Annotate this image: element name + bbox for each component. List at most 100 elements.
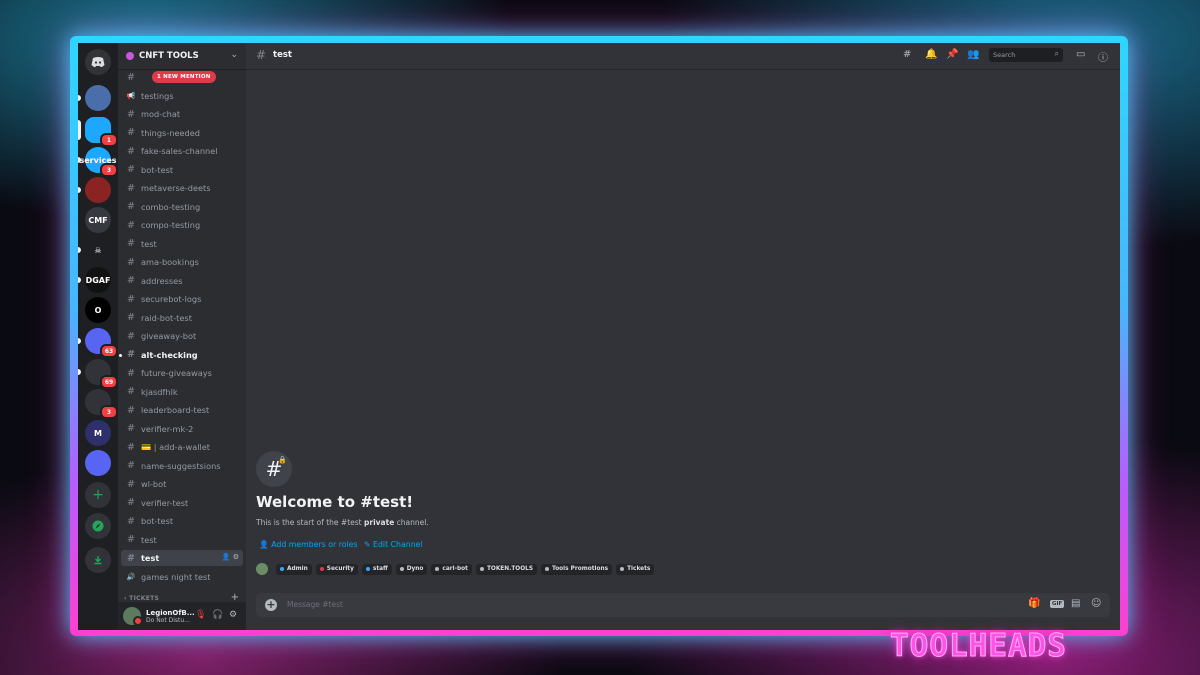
channel-label: compo-testing [141,220,201,230]
role-chip[interactable]: Tools Promotions [541,563,613,575]
headphones-icon[interactable]: 🎧 [212,610,223,620]
channel-item[interactable]: # test [121,532,243,548]
members-icon[interactable]: 👥 [967,49,979,60]
channel-label: future-giveaways [141,368,212,378]
channel-item[interactable]: # bot-test [121,162,243,178]
role-chip[interactable]: staff [361,563,392,575]
role-chip[interactable]: Dyno [395,563,428,575]
channel-item[interactable]: # 💳 | add-a-wallet [121,439,243,455]
server-icon[interactable]: ☠ [85,237,111,263]
channel-item[interactable]: # wl-bot [121,476,243,492]
role-label: Security [326,566,354,572]
channel-item[interactable]: # alt-checking [119,347,243,363]
avatar[interactable] [123,607,143,626]
role-chip[interactable]: Security [315,563,358,575]
role-chip[interactable]: TOKEN.TOOLS [475,563,538,575]
message-input[interactable]: Message #test [287,600,343,609]
hash-icon: # [127,182,135,194]
channel-label: test [141,534,157,545]
upload-plus-icon[interactable]: + [265,599,277,611]
gif-icon[interactable]: GIF [1050,600,1065,608]
server-icon[interactable] [85,177,111,203]
channel-label: mod-chat [141,109,181,119]
channel-item[interactable]: # raid-bot-test [121,310,243,326]
settings-gear-icon[interactable]: ⚙ [229,610,237,620]
compass-icon[interactable] [85,513,111,539]
role-color-dot [280,567,284,571]
emoji-icon[interactable]: ☺ [1091,598,1101,609]
channel-item[interactable]: # test [121,236,243,252]
channel-label: kjasdfhlk [141,386,178,397]
mute-mic-icon[interactable]: 🎙 [195,610,206,620]
channel-item[interactable]: # leaderboard-test [121,402,243,418]
hash-icon: # [127,497,135,508]
channel-item[interactable]: # future-giveaways [121,365,243,381]
hash-icon: # [127,275,135,286]
channel-item[interactable]: 📢 testings [121,88,243,104]
channel-label: verifier-test [141,497,189,508]
server-unread-pill [78,95,81,101]
channel-item[interactable]: # verifier-mk-2 [121,421,243,437]
role-color-dot [399,567,404,571]
server-unread-pill [78,247,81,253]
server-icon[interactable] [85,85,111,111]
channel-item[interactable]: # verifier-test [121,495,243,511]
server-icon[interactable]: DGAF [85,267,111,293]
role-color-dot [435,567,440,571]
channel-item[interactable]: # securebot-logs [121,291,243,307]
add-members-button[interactable]: 👤 Add members or roles [259,540,358,549]
server-icon[interactable]: M [85,420,111,446]
channel-item[interactable]: # ama-bookings [121,254,243,270]
channel-item[interactable]: 🔊 games night test [121,569,243,585]
role-chip[interactable]: Tickets [616,563,655,575]
server-icon[interactable] [85,450,111,476]
sticker-icon[interactable]: ▤ [1071,598,1080,609]
hash-icon: # [127,534,135,545]
search-input[interactable]: Search ⌕ [989,48,1063,62]
channel-item[interactable]: # compo-testing [121,217,243,233]
channel-item[interactable]: # bot-test [121,513,243,529]
server-icon[interactable]: CMF [85,207,111,233]
welcome-title: Welcome to #test! [256,493,414,511]
category-tickets[interactable]: › TICKETS [124,595,159,602]
channel-item[interactable]: # [121,69,243,85]
role-chip[interactable]: carl-bot [431,563,472,575]
bell-icon[interactable]: 🔔 [925,49,937,60]
channel-item[interactable]: # addresses [121,273,243,289]
channel-label: ama-bookings [141,257,199,267]
username: LegionOfB... [146,608,195,617]
channel-item[interactable]: # combo-testing [121,199,243,215]
speaker-icon: 🔊 [126,572,136,581]
channel-item[interactable]: # name-suggestsions [121,458,243,474]
edit-channel-button[interactable]: ✎ Edit Channel [364,540,423,549]
hash-icon: # [127,293,135,305]
channel-item[interactable]: # fake-sales-channel [121,143,243,159]
role-label: Admin [287,566,308,572]
channel-item[interactable]: # things-needed [121,125,243,141]
channel-item[interactable]: # giveaway-bot [121,328,243,344]
channel-label: securebot-logs [141,294,202,304]
hash-icon: # [127,238,135,249]
unread-indicator [119,353,122,357]
server-header[interactable]: CNFT TOOLS ⌄ [118,43,246,70]
download-icon[interactable] [85,547,111,573]
discord-logo-icon[interactable] [85,49,111,75]
channel-item[interactable]: # metaverse-deets [121,180,243,196]
channel-item[interactable]: # kjasdfhlk [121,384,243,400]
add-member-icon: 👤 [259,540,269,549]
gift-icon[interactable]: 🎁 [1028,598,1040,609]
role-chip[interactable]: Admin [276,563,312,575]
channel-item[interactable]: # test 👤 ⚙ [121,550,243,566]
server-icon[interactable]: O [85,297,111,323]
hash-icon: # [256,48,267,62]
channel-settings-icon[interactable]: 👤 ⚙ [222,553,239,561]
welcome-subtitle: This is the start of the #test private c… [256,518,429,527]
inbox-icon[interactable]: ▭ [1076,49,1085,60]
channel-item[interactable]: # mod-chat [121,106,243,122]
hash-icon: # [127,349,135,360]
add-server-icon[interactable]: + [85,482,111,508]
pin-icon[interactable]: 📌 [946,49,958,60]
threads-icon[interactable]: # [903,49,911,60]
channel-label: test [141,238,157,249]
help-icon[interactable]: ⓘ [1098,49,1108,64]
